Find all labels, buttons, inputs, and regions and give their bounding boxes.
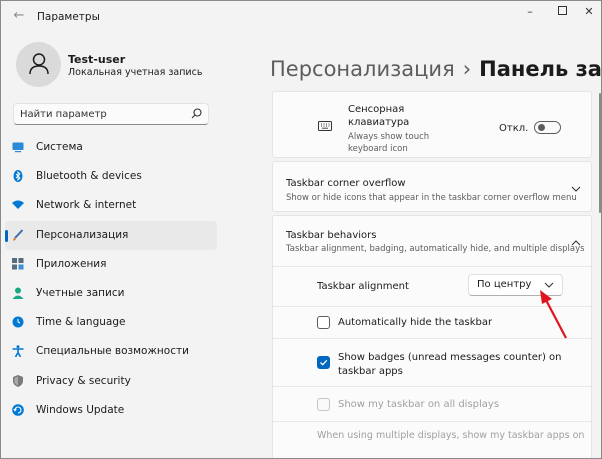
- sidebar-item-label: Time & language: [36, 316, 126, 329]
- person-icon: [12, 287, 24, 299]
- corner-overflow-desc: Show or hide icons that appear in the ta…: [286, 193, 577, 203]
- chevron-down-icon[interactable]: [571, 184, 581, 194]
- bluetooth-icon: [13, 170, 23, 183]
- annotation-arrow: [540, 290, 567, 339]
- sidebar-item-bluetooth[interactable]: Bluetooth & devices: [5, 162, 217, 191]
- alignment-label: Taskbar alignment: [317, 281, 409, 292]
- toggle-state-label: Откл.: [499, 123, 529, 134]
- minimize-icon[interactable]: –: [520, 4, 540, 20]
- person-icon: [29, 53, 49, 75]
- alignment-value: По центру: [477, 279, 532, 290]
- sidebar-item-label: Bluetooth & devices: [36, 170, 142, 183]
- badges-label-1: Show badges (unread messages counter) on: [338, 352, 562, 363]
- divider: [273, 266, 591, 267]
- checkmark-icon: [320, 359, 328, 366]
- all-displays-label: Show my taskbar on all displays: [338, 399, 500, 410]
- sidebar-item-label: Учетные записи: [36, 286, 125, 299]
- touch-keyboard-title-2: клавиатура: [348, 117, 410, 128]
- sidebar-item-label: Персонализация: [36, 228, 129, 241]
- badges-checkbox[interactable]: [317, 356, 330, 369]
- globe-clock-icon: [12, 316, 24, 328]
- divider: [273, 386, 591, 387]
- sidebar-item-label: Privacy & security: [36, 374, 131, 387]
- scrollbar[interactable]: [599, 93, 601, 213]
- search-input[interactable]: [20, 107, 180, 121]
- app-title: Параметры: [37, 11, 100, 23]
- all-displays-checkbox[interactable]: [317, 398, 330, 411]
- brush-icon: [13, 228, 24, 241]
- behaviors-title: Taskbar behaviors: [286, 230, 377, 241]
- search-box[interactable]: [13, 103, 209, 125]
- close-icon[interactable]: ✕: [579, 4, 599, 20]
- maximize-icon[interactable]: [552, 4, 572, 20]
- update-icon: [12, 403, 24, 416]
- sidebar-item-windows-update[interactable]: Windows Update: [5, 396, 217, 425]
- touch-keyboard-desc-2: keyboard icon: [348, 144, 408, 154]
- touch-keyboard-card: Сенсорная клавиатура Always show touch k…: [272, 91, 592, 158]
- settings-content: Сенсорная клавиатура Always show touch k…: [272, 91, 592, 458]
- divider: [273, 421, 591, 422]
- badges-label-2: taskbar apps: [338, 366, 403, 377]
- chevron-down-icon: [544, 282, 554, 288]
- keyboard-icon: [318, 121, 332, 131]
- sidebar-item-label: Система: [36, 141, 83, 153]
- wifi-icon: [12, 200, 24, 210]
- settings-window: ← Параметры – ✕ Test-user Локальная учет…: [0, 0, 602, 459]
- sidebar-item-label: Приложения: [36, 257, 107, 270]
- auto-hide-label: Automatically hide the taskbar: [338, 317, 493, 328]
- touch-keyboard-desc-1: Always show touch: [348, 132, 430, 142]
- title-bar: ← Параметры – ✕: [1, 1, 601, 33]
- sidebar-item-accounts[interactable]: Учетные записи: [5, 279, 217, 308]
- sidebar-item-privacy[interactable]: Privacy & security: [5, 367, 217, 396]
- behaviors-desc: Taskbar alignment, badging, automaticall…: [286, 244, 585, 254]
- multi-display-label: When using multiple displays, show my ta…: [317, 430, 585, 441]
- apps-icon: [12, 257, 24, 270]
- search-icon[interactable]: [191, 108, 202, 119]
- breadcrumb-separator: ›: [462, 57, 472, 81]
- shield-icon: [13, 374, 23, 387]
- account-type: Локальная учетная запись: [68, 67, 203, 78]
- breadcrumb: Персонализация › Панель задач: [270, 57, 602, 81]
- sidebar-item-label: Специальные возможности: [36, 345, 189, 358]
- back-arrow-icon[interactable]: ←: [11, 8, 27, 24]
- sidebar-item-accessibility[interactable]: Специальные возможности: [5, 337, 217, 366]
- sidebar-item-system[interactable]: Система: [5, 133, 217, 162]
- page-title: Панель задач: [479, 57, 602, 81]
- sidebar-nav: Система Bluetooth & devices Network & in…: [5, 133, 217, 425]
- touch-keyboard-toggle[interactable]: [534, 121, 561, 134]
- breadcrumb-parent[interactable]: Персонализация: [270, 57, 455, 81]
- sidebar-item-time-language[interactable]: Time & language: [5, 308, 217, 337]
- auto-hide-checkbox[interactable]: [317, 316, 330, 329]
- chevron-up-icon[interactable]: [571, 238, 581, 248]
- corner-overflow-card[interactable]: Taskbar corner overflow Show or hide ico…: [272, 161, 592, 212]
- corner-overflow-title: Taskbar corner overflow: [286, 178, 406, 189]
- sidebar-item-label: Network & internet: [36, 199, 137, 212]
- user-name: Test-user: [68, 53, 126, 66]
- sidebar-item-label: Windows Update: [36, 403, 125, 416]
- sidebar-item-personalization[interactable]: Персонализация: [5, 220, 217, 250]
- sidebar-item-network[interactable]: Network & internet: [5, 191, 217, 220]
- avatar[interactable]: [16, 42, 61, 87]
- accessibility-icon: [12, 345, 24, 358]
- monitor-icon: [12, 142, 24, 153]
- sidebar-item-apps[interactable]: Приложения: [5, 250, 217, 279]
- touch-keyboard-title-1: Сенсорная: [348, 104, 405, 115]
